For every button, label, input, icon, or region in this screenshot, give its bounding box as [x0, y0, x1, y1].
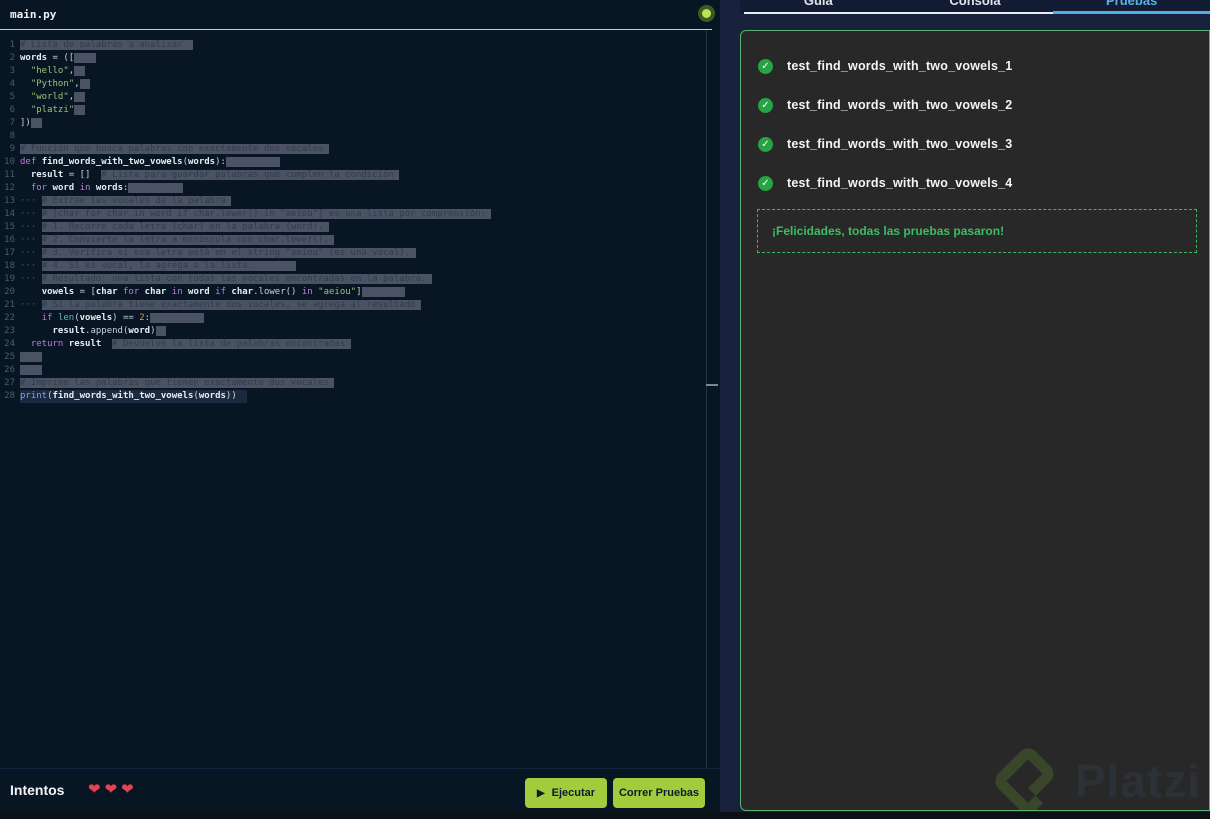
heart-icon: ❤ — [88, 781, 105, 798]
code-line: 7]) — [0, 117, 720, 130]
line-number: 5 — [9, 92, 15, 102]
heart-icon: ❤ — [104, 781, 122, 798]
line-number: 22 — [4, 313, 15, 323]
line-number: 24 — [4, 339, 15, 349]
line-number: 9 — [9, 144, 15, 154]
code-line: 16 ··· # 2. Convierte la letra a minúscul… — [0, 234, 720, 247]
success-message-box: ¡Felicidades, todas las pruebas pasaron! — [757, 209, 1197, 253]
code-line: 12 for word in words: — [0, 182, 720, 195]
code-line: 26 — [0, 364, 720, 377]
test-name: test_find_words_with_two_vowels_4 — [787, 176, 1013, 190]
right-pane: Guía Consola Pruebas ✓ test_find_words_w… — [720, 0, 1210, 812]
editor-header: main.py — [0, 0, 720, 30]
code-line: 8 — [0, 130, 720, 143]
code-line: 28 print(find_words_with_two_vowels(words… — [0, 390, 720, 403]
line-number: 27 — [4, 378, 15, 388]
line-number: 26 — [4, 365, 15, 375]
check-circle-icon: ✓ — [758, 175, 773, 191]
code-line: 17 ··· # 3. Verifica si esa letra está en… — [0, 247, 720, 260]
platzi-logo-icon — [995, 748, 1054, 810]
line-number: 12 — [4, 183, 15, 193]
code-line: 10 def find_words_with_two_vowels(words): — [0, 156, 720, 169]
line-number: 4 — [9, 79, 15, 89]
connection-status-dot — [702, 9, 711, 18]
code-line: 19 ··· # Resultado: una lista con todas l… — [0, 273, 720, 286]
active-tab-underline — [1053, 11, 1210, 14]
code-line: 3 "hello", — [0, 65, 720, 78]
check-circle-icon: ✓ — [758, 136, 773, 152]
check-circle-icon: ✓ — [758, 58, 773, 74]
line-number: 19 — [4, 274, 15, 284]
test-name: test_find_words_with_two_vowels_1 — [787, 59, 1013, 73]
code-line: 1 # Lista de palabras a analizar — [0, 39, 720, 52]
code-line: 20 vowels = [char for char in word if ch… — [0, 286, 720, 299]
test-name: test_find_words_with_two_vowels_3 — [787, 137, 1013, 151]
code-line: 6 "platzi" — [0, 104, 720, 117]
line-number: 20 — [4, 287, 15, 297]
test-result-row: ✓ test_find_words_with_two_vowels_4 — [758, 175, 1209, 191]
line-number: 21 — [4, 300, 15, 310]
test-result-row: ✓ test_find_words_with_two_vowels_1 — [758, 58, 1209, 74]
bottom-strip — [0, 812, 1210, 819]
code-line: 23 result.append(word) — [0, 325, 720, 338]
code-line: 24 return result # Devuelve la lista de … — [0, 338, 720, 351]
code-line: 11 result = [] # Lista para guardar pala… — [0, 169, 720, 182]
file-tab-main-py[interactable]: main.py — [10, 8, 56, 21]
overview-ruler-cursor-marker — [706, 384, 718, 386]
line-number: 15 — [4, 222, 15, 232]
code-line: 2 words = ([ — [0, 52, 720, 65]
platzi-watermark: Platzi — [991, 746, 1201, 810]
code-editor[interactable]: 1 # Lista de palabras a analizar 2 words =… — [0, 30, 720, 768]
line-number: 28 — [4, 391, 15, 401]
line-number: 25 — [4, 352, 15, 362]
test-result-row: ✓ test_find_words_with_two_vowels_2 — [758, 97, 1209, 113]
code-line: 25 — [0, 351, 720, 364]
line-number: 1 — [9, 40, 15, 50]
code-line: 9 # Función que busca palabras con exacta… — [0, 143, 720, 156]
line-number: 8 — [9, 131, 15, 141]
editor-footer: Intentos ❤❤❤ ▶ Ejecutar Correr Pruebas — [0, 768, 720, 812]
attempts-label: Intentos — [10, 782, 65, 798]
platzi-wordmark: Platzi — [1074, 755, 1201, 807]
test-list: ✓ test_find_words_with_two_vowels_1 ✓ te… — [741, 31, 1209, 191]
test-result-row: ✓ test_find_words_with_two_vowels_3 — [758, 136, 1209, 152]
line-number: 11 — [4, 170, 15, 180]
line-number: 7 — [9, 118, 15, 128]
success-message: ¡Felicidades, todas las pruebas pasaron! — [772, 224, 1005, 238]
line-number: 13 — [4, 196, 15, 206]
play-icon: ▶ — [536, 787, 545, 799]
line-number: 14 — [4, 209, 15, 219]
run-tests-button-label: Correr Pruebas — [618, 787, 700, 799]
code-line: 22 if len(vowels) == 2: — [0, 312, 720, 325]
line-number: 10 — [4, 157, 15, 167]
code-line: 13 ··· # Extrae las vocales de la palabra — [0, 195, 720, 208]
overview-ruler — [706, 30, 707, 768]
code-line: 14 ··· # [char for char in word if char.l… — [0, 208, 720, 221]
line-number: 17 — [4, 248, 15, 258]
code-playground: main.py 1 # Lista de palabras a analizar … — [0, 0, 1210, 819]
attempts-hearts: ❤❤❤ — [88, 780, 138, 798]
code-line: 5 "world", — [0, 91, 720, 104]
line-number: 2 — [9, 53, 15, 63]
tabbar-underline — [744, 12, 1053, 14]
test-results-panel: ✓ test_find_words_with_two_vowels_1 ✓ te… — [740, 30, 1210, 811]
line-number: 18 — [4, 261, 15, 271]
check-circle-icon: ✓ — [758, 97, 773, 113]
line-number: 3 — [9, 66, 15, 76]
line-number: 6 — [9, 105, 15, 115]
code-line: 15 ··· # 1. Recorre cada letra (char) en … — [0, 221, 720, 234]
test-name: test_find_words_with_two_vowels_2 — [787, 98, 1013, 112]
code-line: 18 ··· # 4. Si es vocal, la agrega a la l… — [0, 260, 720, 273]
run-button-label: Ejecutar — [551, 787, 596, 799]
code-line: 4 "Python", — [0, 78, 720, 91]
run-button[interactable]: ▶ Ejecutar — [525, 778, 607, 808]
code-line: 21 ··· # Si la palabra tiene exactamente … — [0, 299, 720, 312]
line-number: 16 — [4, 235, 15, 245]
heart-icon: ❤ — [121, 781, 138, 798]
editor-pane: main.py 1 # Lista de palabras a analizar … — [0, 0, 720, 812]
run-tests-button[interactable]: Correr Pruebas — [613, 778, 705, 808]
code-line: 27 # Imprime las palabras que tienen exac… — [0, 377, 720, 390]
line-number: 23 — [4, 326, 15, 336]
